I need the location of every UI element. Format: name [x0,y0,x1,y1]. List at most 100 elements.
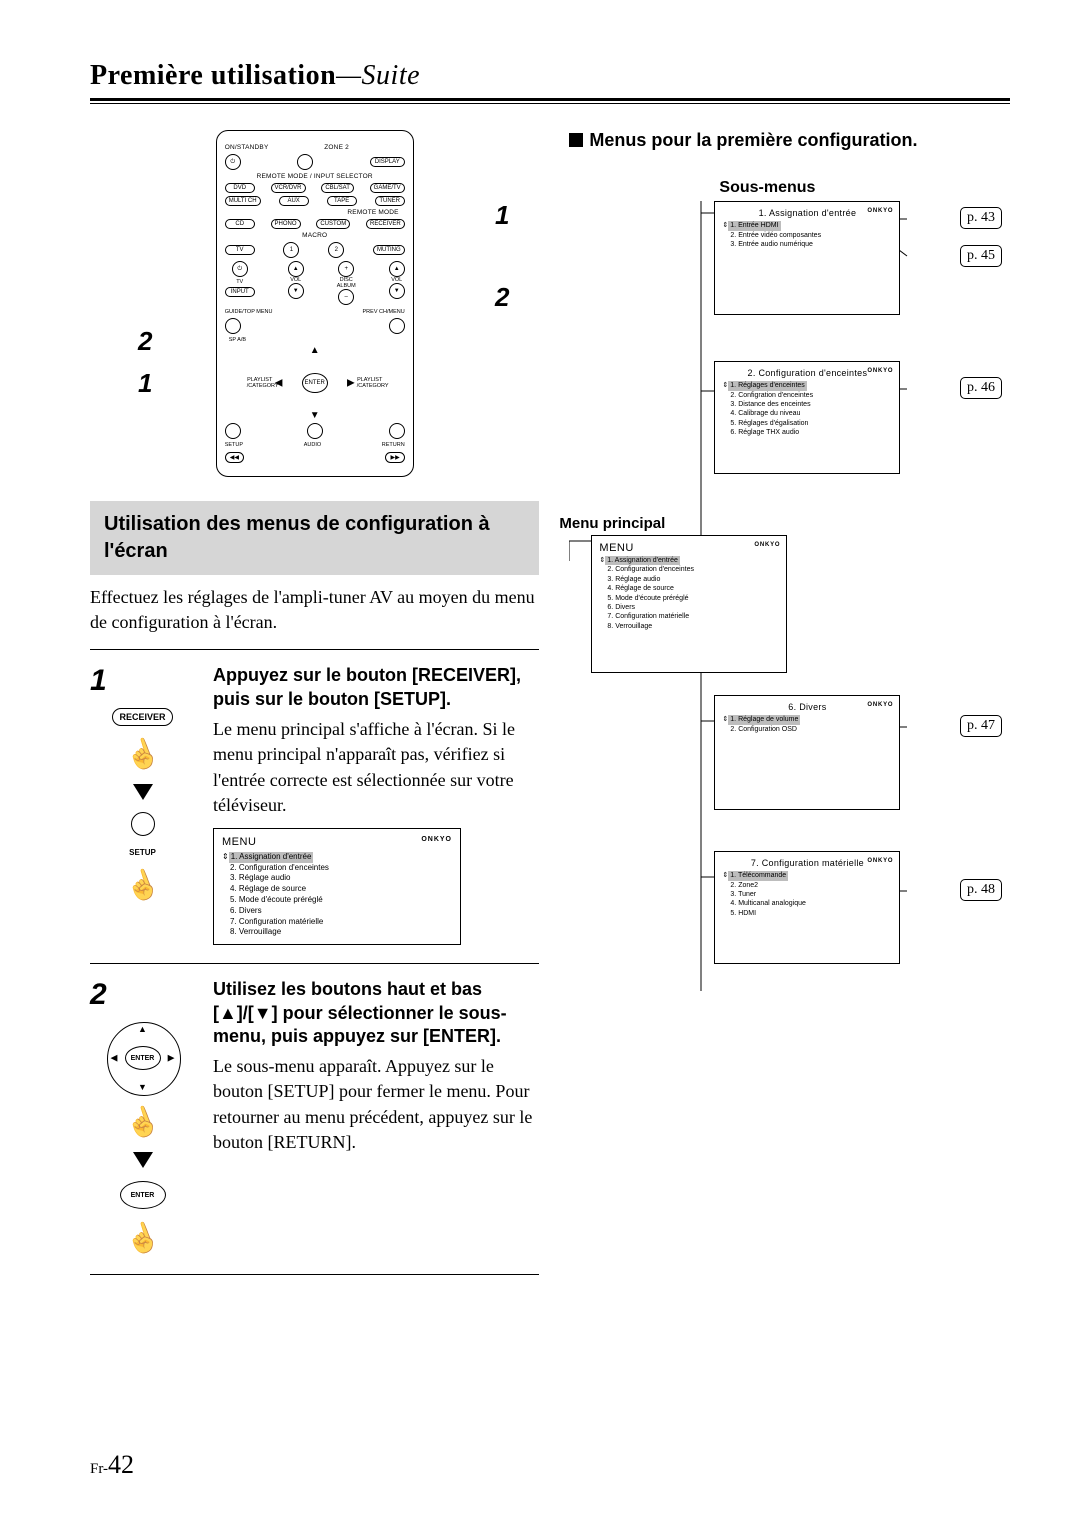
list-item: 3. Tuner [722,890,892,899]
btn-tuner[interactable]: TUNER [375,196,405,206]
callout-1-left: 1 [138,368,152,399]
ffwd-icon[interactable]: ▶▶ [385,452,404,463]
enter-oval[interactable]: ENTER [119,1180,167,1210]
return-button[interactable] [389,423,405,439]
display-button[interactable]: DISPLAY [370,157,405,167]
main-vol-up-icon[interactable]: ▲ [389,261,405,277]
zone2-button[interactable] [297,154,313,170]
submenu-7-brand: ONKYO [867,857,893,865]
pad-enter[interactable]: ENTER [125,1046,161,1070]
dpad-right-icon[interactable]: ▶ [347,378,355,389]
step-2-number: 2 [90,978,107,1012]
btn-tv[interactable]: TV [225,245,255,255]
remote-diagram: 2 1 1 2 ON/STANDBY ZONE 2 ⏻ DISPLAY RE [90,130,539,477]
audio-button[interactable] [307,423,323,439]
menu-flow: ONKYO 1. Assignation d'entrée ⇕1. Entrée… [569,201,1010,1001]
page-root: Première utilisation—Suite 2 1 1 2 ON/ST… [0,0,1080,1315]
btn-custom[interactable]: CUSTOM [316,219,350,229]
btn-multich[interactable]: MULTI CH [225,196,261,206]
page-ref-43: p. 43 [960,207,1002,229]
audio-label: AUDIO [304,442,321,448]
setup-label-small: SETUP [129,848,156,857]
list-item: 1. Assignation d'entrée [605,556,680,565]
list-item: 1. Réglage de volume [728,715,800,724]
btn-vcrdvr[interactable]: VCR/DVR [271,183,306,193]
callout-2-left: 2 [138,326,152,357]
disc-up-icon[interactable]: + [338,261,354,277]
step-1-body: Le menu principal s'affiche à l'écran. S… [213,717,539,818]
main-menu-title: MENU [599,541,779,556]
playlist-left: PLAYLIST /CATEGORY [247,377,273,389]
power-icon[interactable]: ⏻ [225,154,241,170]
submenu-6: ONKYO 6. Divers ⇕1. Réglage de volume 2.… [714,695,900,810]
disc-down-icon[interactable]: – [338,289,354,305]
tv-power-icon[interactable]: ⏻ [232,261,248,277]
section-heading: Utilisation des menus de configuration à… [90,501,539,575]
btn-input[interactable]: INPUT [225,287,255,297]
dpad-down-icon[interactable]: ▼ [310,410,320,421]
dpad-up-icon[interactable]: ▲ [310,345,320,356]
page-ref-48: p. 48 [960,879,1002,901]
pad-left-icon[interactable]: ◀ [111,1053,118,1064]
menu-item: 4. Réglage de source [222,884,452,895]
pad-up-icon[interactable]: ▲ [138,1024,147,1034]
list-item: 6. Réglage THX audio [722,428,892,437]
page-title-suffix: —Suite [336,60,420,91]
prev-button[interactable] [389,318,405,334]
guide-button[interactable] [225,318,241,334]
enter-button[interactable]: ENTER [302,373,328,393]
step-2-heading: Utilisez les boutons haut et bas [▲]/[▼]… [213,978,539,1048]
arrow-down-icon [133,784,153,800]
step-1-heading: Appuyez sur le bouton [RECEIVER], puis s… [213,664,539,711]
btn-dvd[interactable]: DVD [225,183,255,193]
btn-tape[interactable]: TAPE [327,196,357,206]
macro-label: MACRO [225,232,405,239]
remote-body: ON/STANDBY ZONE 2 ⏻ DISPLAY REMOTE MODE … [216,130,414,477]
menu-item: 3. Réglage audio [222,873,452,884]
menu-item: 6. Divers [222,906,452,917]
btn-cd[interactable]: CD [225,219,255,229]
menu-item: 1. Assignation d'entrée [229,852,314,863]
btn-cblsat[interactable]: CBL/SAT [321,183,354,193]
btn-macro2[interactable]: 2 [328,242,344,258]
vol-up-icon[interactable]: ▲ [288,261,304,277]
setup-button[interactable] [225,423,241,439]
list-item: 3. Entrée audio numérique [722,240,892,249]
btn-muting[interactable]: MUTING [373,245,405,255]
tv-sub: TV [236,279,243,285]
btn-gametv[interactable]: GAME/TV [370,183,405,193]
header-underline [90,103,1010,104]
pad-down-icon[interactable]: ▼ [138,1082,147,1092]
main-vol-down-icon[interactable]: ▼ [389,283,405,299]
step-1-icons: RECEIVER ☝ SETUP ☝ [98,708,188,903]
pad-right-icon[interactable]: ▶ [168,1053,175,1064]
setup-circle[interactable] [131,812,155,836]
vol-down-icon[interactable]: ▼ [288,283,304,299]
enter-pad[interactable]: ▲ ▼ ◀ ▶ ENTER [107,1022,179,1094]
step-2-body: Le sous-menu apparaît. Appuyez sur le bo… [213,1054,539,1155]
callout-2-right: 2 [495,282,509,313]
arrow-down-icon-2 [133,1152,153,1168]
list-item: 4. Réglage de source [599,584,779,593]
setup-label: SETUP [225,442,243,448]
list-item: 3. Réglage audio [599,575,779,584]
btn-aux[interactable]: AUX [279,196,309,206]
dpad[interactable]: ▲ ▼ ◀ ▶ ENTER PLAYLIST /CATEGORY PLAYLIS… [275,347,355,419]
menu-item: 2. Configuration d'enceintes [222,863,452,874]
rew-icon[interactable]: ◀◀ [225,452,244,463]
btn-macro1[interactable]: 1 [283,242,299,258]
btn-receiver[interactable]: RECEIVER [366,219,405,229]
btn-phono[interactable]: PHONO [271,219,301,229]
page-number-prefix: Fr- [90,1461,108,1477]
list-item: 1. Entrée HDMI [728,221,780,230]
step-1: 1 RECEIVER ☝ SETUP ☝ Appuyez sur le bout… [90,650,539,945]
right-heading-text: Menus pour la première configuration. [589,130,917,150]
list-item: 2. Entrée vidéo composantes [722,231,892,240]
callout-1-right: 1 [495,200,509,231]
list-item: 2. Zone2 [722,881,892,890]
right-column: Menus pour la première configuration. So… [569,130,1010,1275]
step-1-menu-brand: ONKYO [421,835,452,844]
label-zone2: ZONE 2 [324,144,349,151]
list-item: 5. HDMI [722,909,892,918]
receiver-pill[interactable]: RECEIVER [112,708,172,726]
